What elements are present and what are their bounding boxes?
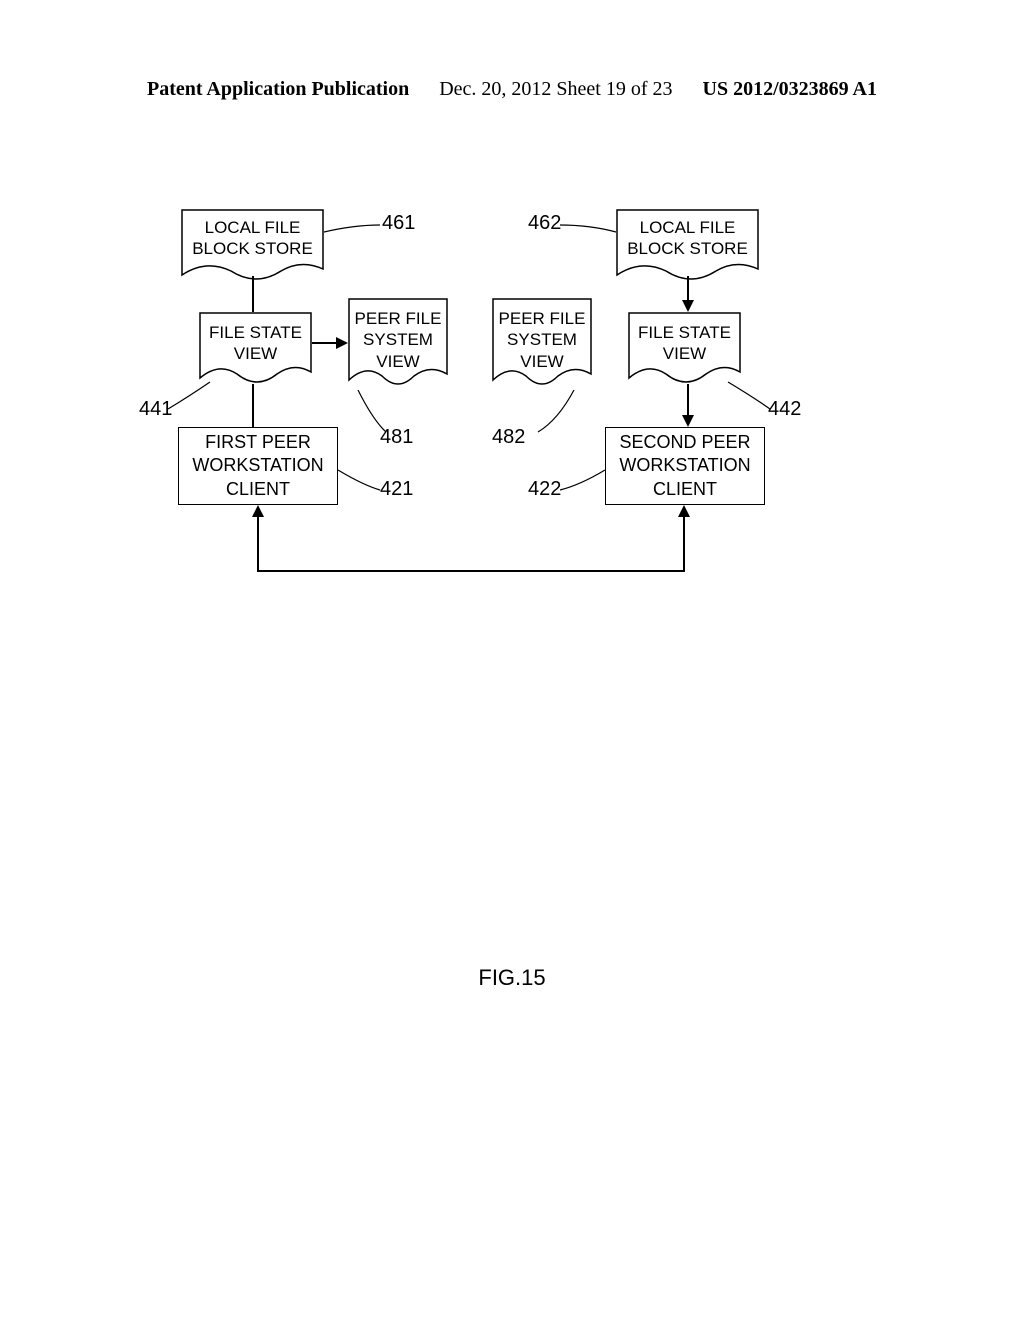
first-peer-workstation-client: FIRST PEER WORKSTATION CLIENT bbox=[178, 427, 338, 505]
figure-label: FIG.15 bbox=[0, 965, 1024, 991]
header-publication: Patent Application Publication bbox=[147, 78, 409, 101]
connector-right-top bbox=[687, 276, 689, 302]
leader-442 bbox=[728, 382, 778, 417]
leader-441 bbox=[168, 382, 218, 417]
ref-462: 462 bbox=[528, 212, 561, 235]
leader-421 bbox=[338, 470, 388, 500]
ref-461: 461 bbox=[382, 212, 415, 235]
local-file-block-store-left: LOCAL FILE BLOCK STORE bbox=[181, 209, 324, 281]
arrow-right-mid bbox=[682, 415, 694, 427]
arrow-bottom-left bbox=[252, 505, 264, 517]
leader-482 bbox=[538, 390, 578, 440]
ref-482: 482 bbox=[492, 426, 525, 449]
connector-bottom-left-vert bbox=[257, 516, 259, 572]
file-state-view-right: FILE STATE VIEW bbox=[628, 312, 741, 384]
leader-462 bbox=[560, 220, 620, 245]
connector-left-top bbox=[252, 276, 254, 312]
leader-461 bbox=[324, 220, 384, 245]
diagram: LOCAL FILE BLOCK STORE LOCAL FILE BLOCK … bbox=[0, 190, 1024, 590]
header-date-sheet: Dec. 20, 2012 Sheet 19 of 23 bbox=[439, 78, 672, 101]
connector-right-mid bbox=[687, 384, 689, 417]
peer-file-system-view-right: PEER FILE SYSTEM VIEW bbox=[492, 298, 592, 386]
second-peer-workstation-client: SECOND PEER WORKSTATION CLIENT bbox=[605, 427, 765, 505]
peer-file-system-view-left: PEER FILE SYSTEM VIEW bbox=[348, 298, 448, 386]
file-state-view-left: FILE STATE VIEW bbox=[199, 312, 312, 384]
leader-481 bbox=[358, 390, 398, 440]
arrow-right-top bbox=[682, 300, 694, 312]
ref-422: 422 bbox=[528, 478, 561, 501]
connector-bottom-horiz bbox=[257, 570, 685, 572]
local-file-block-store-right: LOCAL FILE BLOCK STORE bbox=[616, 209, 759, 281]
header-patent-number: US 2012/0323869 A1 bbox=[703, 78, 877, 101]
arrow-fsv-to-peer bbox=[336, 337, 348, 349]
connector-left-mid bbox=[252, 384, 254, 427]
connector-bottom-right-vert bbox=[683, 516, 685, 572]
leader-422 bbox=[560, 470, 610, 500]
connector-fsv-to-peer bbox=[312, 342, 338, 344]
arrow-bottom-right bbox=[678, 505, 690, 517]
